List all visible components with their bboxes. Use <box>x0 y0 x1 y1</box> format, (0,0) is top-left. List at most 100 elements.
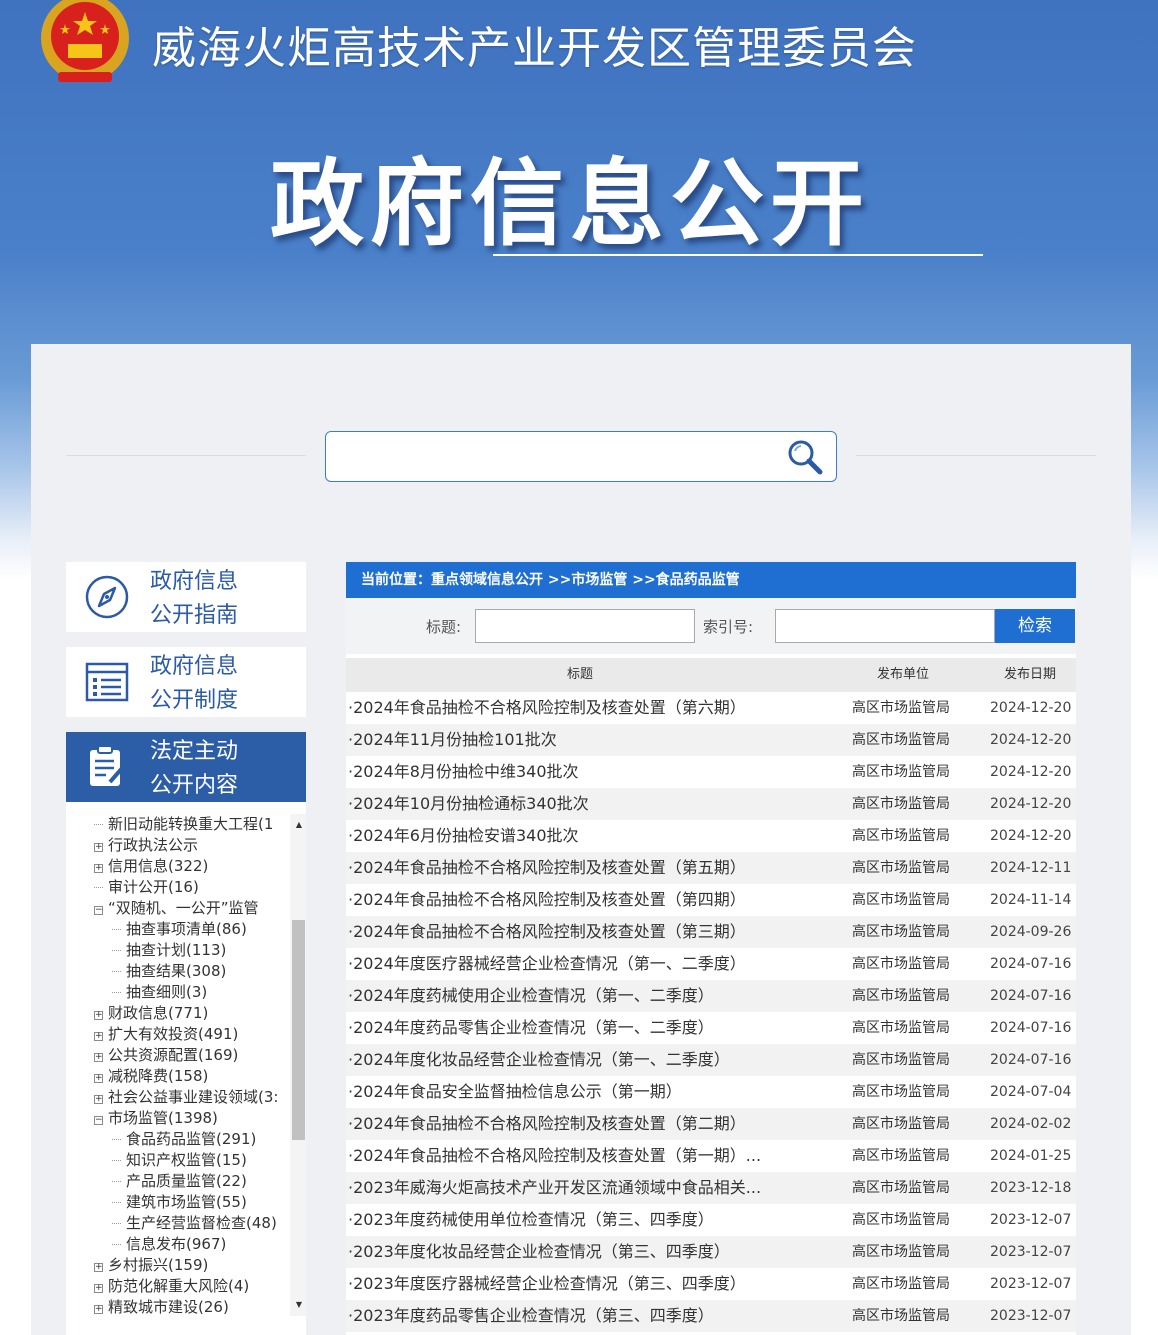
scroll-up-icon[interactable]: ▲ <box>296 820 302 829</box>
row-title-link[interactable]: ·2024年食品抽检不合格风险控制及核查处置（第二期） <box>348 1108 778 1140</box>
nav-guide[interactable]: 政府信息 公开指南 <box>66 562 306 632</box>
tree-item[interactable]: 抽查事项清单(86) <box>112 919 281 940</box>
tree-item[interactable]: + 信用信息(322) <box>94 856 281 877</box>
table-row[interactable]: ·2024年食品抽检不合格风险控制及核查处置（第一期）... 高区市场监管局 202… <box>346 1140 1076 1172</box>
nav-active-content[interactable]: 法定主动 公开内容 <box>66 732 306 802</box>
table-row[interactable]: ·2024年6月份抽检安谱340批次 高区市场监管局 2024-12-20 <box>346 820 1076 852</box>
row-title-link[interactable]: ·2024年11月份抽检101批次 <box>348 724 778 756</box>
expand-icon[interactable]: + <box>94 1284 103 1293</box>
row-title-link[interactable]: ·2024年食品抽检不合格风险控制及核查处置（第一期）... <box>348 1140 778 1172</box>
table-row[interactable]: ·2024年度化妆品经营企业检查情况（第一、二季度） 高区市场监管局 2024-07… <box>346 1044 1076 1076</box>
row-date: 2023-12-07 <box>990 1308 1072 1324</box>
row-title-link[interactable]: ·2024年度医疗器械经营企业检查情况（第一、二季度） <box>348 948 778 980</box>
search-input[interactable] <box>325 431 837 482</box>
row-unit: 高区市场监管局 <box>852 700 950 716</box>
tree-item[interactable]: + 减税降费(158) <box>94 1066 281 1087</box>
tree-item-label: 知识产权监管(15) <box>126 1151 247 1169</box>
tree-item[interactable]: + 公共资源配置(169) <box>94 1045 281 1066</box>
table-row[interactable]: ·2023年度化妆品经营企业检查情况（第三、四季度） 高区市场监管局 2023-12… <box>346 1236 1076 1268</box>
table-row[interactable]: ·2024年度药械使用企业检查情况（第一、二季度） 高区市场监管局 2024-07-… <box>346 980 1076 1012</box>
row-title-link[interactable]: ·2023年度化妆品经营企业检查情况（第三、四季度） <box>348 1236 778 1268</box>
table-row[interactable]: ·2024年11月份抽检101批次 高区市场监管局 2024-12-20 <box>346 724 1076 756</box>
row-title-link[interactable]: ·2024年食品抽检不合格风险控制及核查处置（第三期） <box>348 916 778 948</box>
tree-item[interactable]: 信息发布(967) <box>112 1234 281 1255</box>
row-date: 2024-01-25 <box>990 1148 1072 1164</box>
collapse-icon[interactable]: − <box>94 1116 103 1125</box>
expand-icon[interactable]: + <box>94 1053 103 1062</box>
tree-item[interactable]: 新旧动能转换重大工程(1 <box>94 814 281 835</box>
expand-icon[interactable]: + <box>94 843 103 852</box>
table-row[interactable]: ·2024年食品抽检不合格风险控制及核查处置（第三期） 高区市场监管局 2024-0… <box>346 916 1076 948</box>
tree-item[interactable]: 审计公开(16) <box>94 877 281 898</box>
table-row[interactable]: ·2024年食品抽检不合格风险控制及核查处置（第二期） 高区市场监管局 2024-0… <box>346 1108 1076 1140</box>
row-title-link[interactable]: ·2024年食品抽检不合格风险控制及核查处置（第六期） <box>348 692 778 724</box>
row-unit: 高区市场监管局 <box>852 1084 950 1100</box>
table-row[interactable]: ·2024年食品安全监督抽检信息公示（第一期） 高区市场监管局 2024-07-04 <box>346 1076 1076 1108</box>
expand-icon[interactable]: + <box>94 1074 103 1083</box>
row-date: 2024-07-16 <box>990 988 1072 1004</box>
table-row[interactable]: ·2024年食品抽检不合格风险控制及核查处置（第四期） 高区市场监管局 2024-1… <box>346 884 1076 916</box>
tree-item[interactable]: + 防范化解重大风险(4) <box>94 1276 281 1297</box>
expand-icon[interactable]: + <box>94 1263 103 1272</box>
tree-item[interactable]: 产品质量监管(22) <box>112 1171 281 1192</box>
title-filter-input[interactable] <box>475 609 695 643</box>
row-title-link[interactable]: ·2024年度药械使用企业检查情况（第一、二季度） <box>348 980 778 1012</box>
table-row[interactable]: ·2024年食品抽检不合格风险控制及核查处置（第六期） 高区市场监管局 2024-1… <box>346 692 1076 724</box>
row-title-link[interactable]: ·2024年度化妆品经营企业检查情况（第一、二季度） <box>348 1044 778 1076</box>
row-title-link[interactable]: ·2024年10月份抽检通标340批次 <box>348 788 778 820</box>
tree-item[interactable]: + 乡村振兴(159) <box>94 1255 281 1276</box>
search-button[interactable]: 检索 <box>995 609 1075 643</box>
tree-item[interactable]: − 市场监管(1398) <box>94 1108 281 1129</box>
tree-item[interactable]: + 扩大有效投资(491) <box>94 1024 281 1045</box>
expand-icon[interactable]: + <box>94 1305 103 1314</box>
table-row[interactable]: ·2024年度医疗器械经营企业检查情况（第一、二季度） 高区市场监管局 2024-0… <box>346 948 1076 980</box>
row-title-link[interactable]: ·2024年6月份抽检安谱340批次 <box>348 820 778 852</box>
tree-item[interactable]: 抽查细则(3) <box>112 982 281 1003</box>
tree-item[interactable]: + 行政执法公示 <box>94 835 281 856</box>
tree-item[interactable]: 知识产权监管(15) <box>112 1150 281 1171</box>
tree-item[interactable]: − “双随机、一公开”监管 <box>94 898 281 919</box>
row-title-link[interactable]: ·2024年食品抽检不合格风险控制及核查处置（第五期） <box>348 852 778 884</box>
tree-item[interactable]: + 精致城市建设(26) <box>94 1297 281 1318</box>
table-row[interactable]: ·2024年10月份抽检通标340批次 高区市场监管局 2024-12-20 <box>346 788 1076 820</box>
table-row[interactable]: ·2024年8月份抽检中维340批次 高区市场监管局 2024-12-20 <box>346 756 1076 788</box>
tree-item[interactable]: 建筑市场监管(55) <box>112 1192 281 1213</box>
table-row[interactable]: ·2023年度药品零售企业检查情况（第三、四季度） 高区市场监管局 2023-12-… <box>346 1300 1076 1332</box>
table-row[interactable]: ·2024年度药品零售企业检查情况（第一、二季度） 高区市场监管局 2024-07-… <box>346 1012 1076 1044</box>
tree-item[interactable]: + 财政信息(771) <box>94 1003 281 1024</box>
scroll-down-icon[interactable]: ▼ <box>296 1300 302 1309</box>
row-unit: 高区市场监管局 <box>852 860 950 876</box>
tree-item[interactable]: 抽查结果(308) <box>112 961 281 982</box>
row-title-link[interactable]: ·2023年度药械使用单位检查情况（第三、四季度） <box>348 1204 778 1236</box>
tree-scrollbar-thumb[interactable] <box>292 920 305 1140</box>
row-title-link[interactable]: ·2024年度药品零售企业检查情况（第一、二季度） <box>348 1012 778 1044</box>
tree-item[interactable]: 抽查计划(113) <box>112 940 281 961</box>
expand-icon[interactable]: + <box>94 1011 103 1020</box>
collapse-icon[interactable]: − <box>94 906 103 915</box>
tree-connector <box>112 1139 121 1140</box>
row-title-link[interactable]: ·2024年食品安全监督抽检信息公示（第一期） <box>348 1076 778 1108</box>
nav-system[interactable]: 政府信息 公开制度 <box>66 647 306 717</box>
expand-icon[interactable]: + <box>94 1032 103 1041</box>
tree-item[interactable]: + 社会公益事业建设领域(3: <box>94 1087 281 1108</box>
row-title-link[interactable]: ·2023年度医疗器械经营企业检查情况（第三、四季度） <box>348 1268 778 1300</box>
table-row[interactable]: ·2023年威海火炬高技术产业开发区流通领域中食品相关... 高区市场监管局 202… <box>346 1172 1076 1204</box>
expand-icon[interactable]: + <box>94 864 103 873</box>
table-row[interactable]: ·2024年食品抽检不合格风险控制及核查处置（第五期） 高区市场监管局 2024-1… <box>346 852 1076 884</box>
row-title-link[interactable]: ·2024年食品抽检不合格风险控制及核查处置（第四期） <box>348 884 778 916</box>
search-icon[interactable] <box>786 438 824 476</box>
row-date: 2024-02-02 <box>990 1116 1072 1132</box>
nav-guide-label-line2: 公开指南 <box>150 603 239 628</box>
row-title-link[interactable]: ·2023年威海火炬高技术产业开发区流通领域中食品相关... <box>348 1172 778 1204</box>
title-filter-label: 标题: <box>426 618 462 636</box>
row-title-link[interactable]: ·2024年8月份抽检中维340批次 <box>348 756 778 788</box>
index-filter-input[interactable] <box>775 609 995 643</box>
table-row[interactable]: ·2023年度医疗器械经营企业检查情况（第三、四季度） 高区市场监管局 2023-1… <box>346 1268 1076 1300</box>
tree-item[interactable]: 食品药品监管(291) <box>112 1129 281 1150</box>
row-title-link[interactable]: ·2023年度药品零售企业检查情况（第三、四季度） <box>348 1300 778 1332</box>
row-unit: 高区市场监管局 <box>852 924 950 940</box>
tree-item-label: 产品质量监管(22) <box>126 1172 247 1190</box>
expand-icon[interactable]: + <box>94 1095 103 1104</box>
tree-item[interactable]: 生产经营监督检查(48) <box>112 1213 281 1234</box>
table-row[interactable]: ·2023年度药械使用单位检查情况（第三、四季度） 高区市场监管局 2023-12-… <box>346 1204 1076 1236</box>
